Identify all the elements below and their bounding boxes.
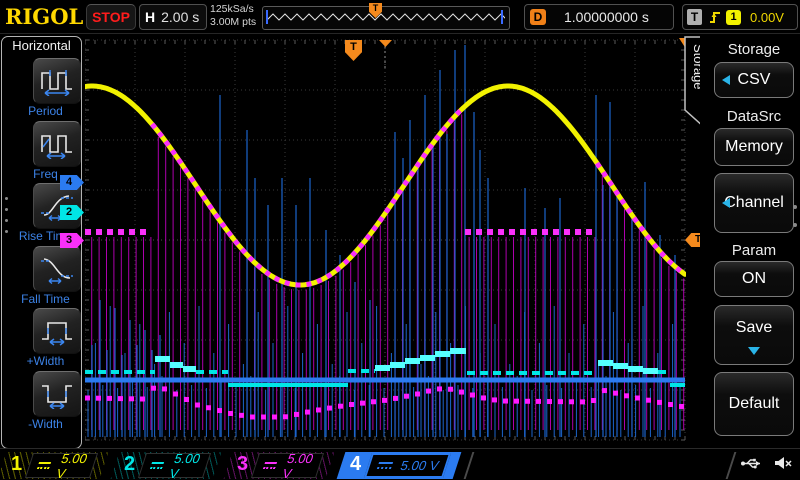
separator [464, 452, 475, 479]
waveform-display[interactable] [85, 38, 686, 450]
param-value: ON [742, 270, 766, 288]
left-menu-title: Horizontal [2, 38, 81, 53]
neg-width-icon[interactable] [33, 371, 81, 417]
preview-waveform-icon [265, 9, 505, 25]
left-menu-scroll-dots [5, 197, 8, 233]
channel1-scale-box: 5.00 V [25, 453, 98, 478]
memory-depth: 3.00M pts [210, 16, 256, 29]
storage-type-button[interactable]: CSV [714, 62, 794, 98]
channel4-scale: 5.00 V [399, 458, 441, 473]
menu-item-label[interactable]: +Width [2, 354, 81, 368]
status-icons [740, 456, 792, 470]
channel1-status[interactable]: 1 5.00 V [2, 452, 104, 479]
menu-item-label[interactable]: Period [2, 104, 81, 118]
top-status-bar: RIGOL STOP H 2.00 s 125kSa/s 3.00M pts T… [0, 0, 800, 34]
channel4-scale-box: 5.00 V [364, 453, 451, 478]
storage-type-header: Storage [714, 41, 794, 58]
left-arrow-icon [722, 198, 730, 208]
param-button[interactable]: ON [714, 261, 794, 297]
sample-rate: 125kSa/s [210, 3, 256, 16]
save-button-label: Save [736, 319, 772, 337]
separator [726, 452, 737, 479]
delay-value: 1.00000000 s [564, 9, 649, 25]
right-menu-scroll-dots [793, 205, 797, 227]
timebase-value: 2.00 s [161, 9, 199, 25]
waveform-traces [85, 38, 686, 450]
channel3-scale-box: 5.00 V [251, 453, 324, 478]
trigger-chip: T 1 0.00V [682, 4, 798, 30]
pos-width-icon[interactable] [33, 308, 81, 354]
datasrc-header: DataSrc [714, 108, 794, 125]
period-icon[interactable] [33, 58, 81, 104]
channel2-status[interactable]: 2 5.00 V [115, 452, 217, 479]
h-label: H [145, 9, 155, 25]
delay-badge: D [530, 9, 546, 25]
storage-menu: Storage CSV DataSrc Memory Channel Param… [700, 35, 800, 480]
channel4-number: 4 [350, 453, 361, 476]
dc-coupling-icon [377, 462, 393, 469]
default-button-label: Default [729, 395, 780, 413]
trigger-level-value: 0.00V [750, 10, 784, 25]
horizontal-timebase-chip: H 2.00 s [139, 4, 207, 30]
menu-item-label[interactable]: -Width [2, 417, 81, 431]
oscilloscope-screen: RIGOL STOP H 2.00 s 125kSa/s 3.00M pts T… [0, 0, 800, 480]
channel-button[interactable]: Channel [714, 173, 794, 233]
datasrc-value: Memory [725, 138, 783, 156]
channel2-scale-box: 5.00 V [138, 453, 211, 478]
channel4-status[interactable]: 4 5.00 V [341, 452, 457, 479]
dc-coupling-icon [37, 462, 52, 469]
rising-edge-icon [708, 9, 722, 25]
menu-item-label[interactable]: Fall Time [2, 292, 81, 306]
channel3-status[interactable]: 3 5.00 V [228, 452, 330, 479]
trigger-badge: T [687, 9, 702, 25]
dc-coupling-icon [263, 462, 278, 469]
channel1-number: 1 [11, 453, 22, 476]
freq-icon[interactable] [33, 121, 81, 167]
channel-status-bar: 1 5.00 V 2 5.00 V 3 5.00 V 4 [0, 448, 800, 480]
channel-button-label: Channel [724, 194, 784, 212]
storage-type-value: CSV [738, 71, 771, 89]
speaker-muted-icon [774, 456, 792, 470]
param-header: Param [714, 242, 794, 259]
datasrc-button[interactable]: Memory [714, 128, 794, 166]
channel3-number: 3 [237, 453, 248, 476]
dc-coupling-icon [150, 462, 165, 469]
trigger-source-badge: 1 [726, 10, 741, 25]
usb-icon [740, 457, 764, 470]
left-arrow-icon [722, 75, 730, 85]
rigol-logo: RIGOL [5, 4, 83, 29]
default-button[interactable]: Default [714, 372, 794, 436]
acquisition-info: 125kSa/s 3.00M pts [210, 3, 256, 29]
run-state-badge: STOP [86, 4, 136, 30]
save-button[interactable]: Save [714, 305, 794, 365]
fall-time-icon[interactable] [33, 246, 81, 292]
waveform-preview-bar[interactable] [262, 6, 510, 30]
delay-chip: D 1.00000000 s [524, 4, 674, 30]
channel2-number: 2 [124, 453, 135, 476]
down-arrow-icon [748, 347, 760, 355]
